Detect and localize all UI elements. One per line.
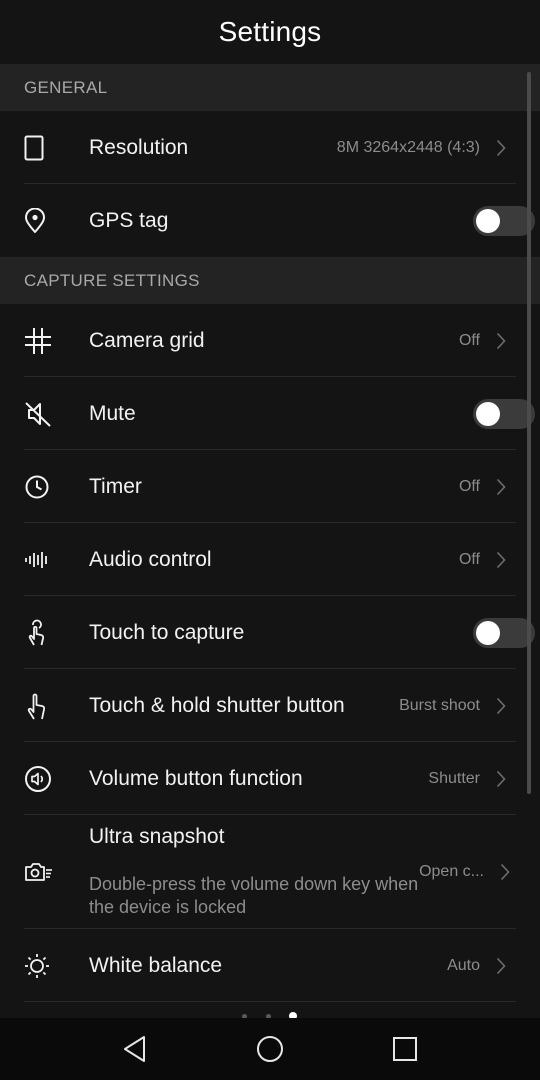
ultra-snapshot-description: Double-press the volume down key when th… bbox=[89, 874, 419, 917]
volume-button-label: Volume button function bbox=[89, 766, 303, 790]
timer-row[interactable]: Timer Off bbox=[0, 450, 540, 523]
mute-toggle[interactable] bbox=[473, 398, 535, 429]
touch-hold-label: Touch & hold shutter button bbox=[89, 693, 345, 717]
chevron-right-icon bbox=[496, 551, 510, 569]
phone-outline-icon bbox=[24, 124, 72, 172]
location-pin-icon bbox=[24, 197, 72, 245]
touch-icon bbox=[24, 609, 72, 657]
touch-hold-value: Burst shoot bbox=[399, 696, 480, 714]
sun-icon bbox=[24, 942, 72, 990]
timer-label: Timer bbox=[89, 474, 142, 498]
scrollbar[interactable] bbox=[527, 72, 531, 794]
volume-button-row[interactable]: Volume button function Shutter bbox=[0, 742, 540, 815]
chevron-right-icon bbox=[496, 957, 510, 975]
recents-square-icon bbox=[393, 1037, 417, 1061]
gps-tag-row[interactable]: GPS tag bbox=[0, 184, 540, 257]
chevron-right-icon bbox=[496, 697, 510, 715]
toggle-knob bbox=[476, 208, 500, 233]
page-title: Settings bbox=[218, 16, 322, 47]
chevron-right-icon bbox=[500, 863, 510, 881]
gps-tag-label: GPS tag bbox=[89, 208, 169, 232]
section-header-general: GENERAL bbox=[0, 64, 540, 111]
white-balance-label: White balance bbox=[89, 953, 223, 977]
audio-control-label: Audio control bbox=[89, 547, 212, 571]
volume-icon bbox=[24, 755, 72, 803]
ultra-snapshot-label: Ultra snapshot bbox=[89, 825, 225, 848]
camera-grid-row[interactable]: Camera grid Off bbox=[0, 304, 540, 377]
toggle-knob bbox=[476, 401, 500, 426]
touch-to-capture-row[interactable]: Touch to capture bbox=[0, 596, 540, 669]
settings-list[interactable]: GENERAL Resolution 8M 3264x2448 (4:3) GP… bbox=[0, 64, 540, 1018]
ultra-snapshot-value: Open c... bbox=[419, 863, 484, 880]
toggle-knob bbox=[476, 620, 500, 645]
back-button[interactable] bbox=[118, 1032, 152, 1066]
touch-to-capture-toggle[interactable] bbox=[473, 617, 535, 648]
ultra-snapshot-row[interactable]: Ultra snapshot Double-press the volume d… bbox=[0, 815, 540, 929]
touch-to-capture-label: Touch to capture bbox=[89, 620, 245, 644]
camera-fast-icon bbox=[24, 848, 72, 896]
section-header-capture: CAPTURE SETTINGS bbox=[0, 257, 540, 304]
camera-grid-label: Camera grid bbox=[89, 328, 205, 352]
chevron-right-icon bbox=[496, 478, 510, 496]
title-bar: Settings bbox=[0, 0, 540, 64]
timer-value: Off bbox=[458, 477, 480, 495]
home-button[interactable] bbox=[253, 1032, 287, 1066]
resolution-value: 8M 3264x2448 (4:3) bbox=[336, 138, 480, 156]
chevron-right-icon bbox=[496, 139, 510, 157]
grid-icon bbox=[24, 317, 72, 365]
volume-button-value: Shutter bbox=[428, 769, 480, 787]
back-triangle-icon bbox=[124, 1036, 145, 1062]
home-circle-icon bbox=[257, 1036, 283, 1062]
audio-control-value: Off bbox=[458, 550, 480, 568]
touch-hold-row[interactable]: Touch & hold shutter button Burst shoot bbox=[0, 669, 540, 742]
audio-control-row[interactable]: Audio control Off bbox=[0, 523, 540, 596]
resolution-row[interactable]: Resolution 8M 3264x2448 (4:3) bbox=[0, 111, 540, 184]
mute-icon bbox=[24, 390, 72, 438]
recents-button[interactable] bbox=[388, 1032, 422, 1066]
gps-tag-toggle[interactable] bbox=[473, 205, 535, 236]
resolution-label: Resolution bbox=[89, 135, 189, 159]
white-balance-row[interactable]: White balance Auto bbox=[0, 929, 540, 1002]
mute-row[interactable]: Mute bbox=[0, 377, 540, 450]
audio-wave-icon bbox=[24, 536, 72, 584]
hand-icon bbox=[24, 682, 72, 730]
chevron-right-icon bbox=[496, 332, 510, 350]
camera-grid-value: Off bbox=[458, 331, 480, 349]
mute-label: Mute bbox=[89, 401, 136, 425]
chevron-right-icon bbox=[496, 770, 510, 788]
white-balance-value: Auto bbox=[447, 956, 480, 974]
clock-icon bbox=[24, 463, 72, 511]
navigation-bar bbox=[0, 1018, 540, 1080]
